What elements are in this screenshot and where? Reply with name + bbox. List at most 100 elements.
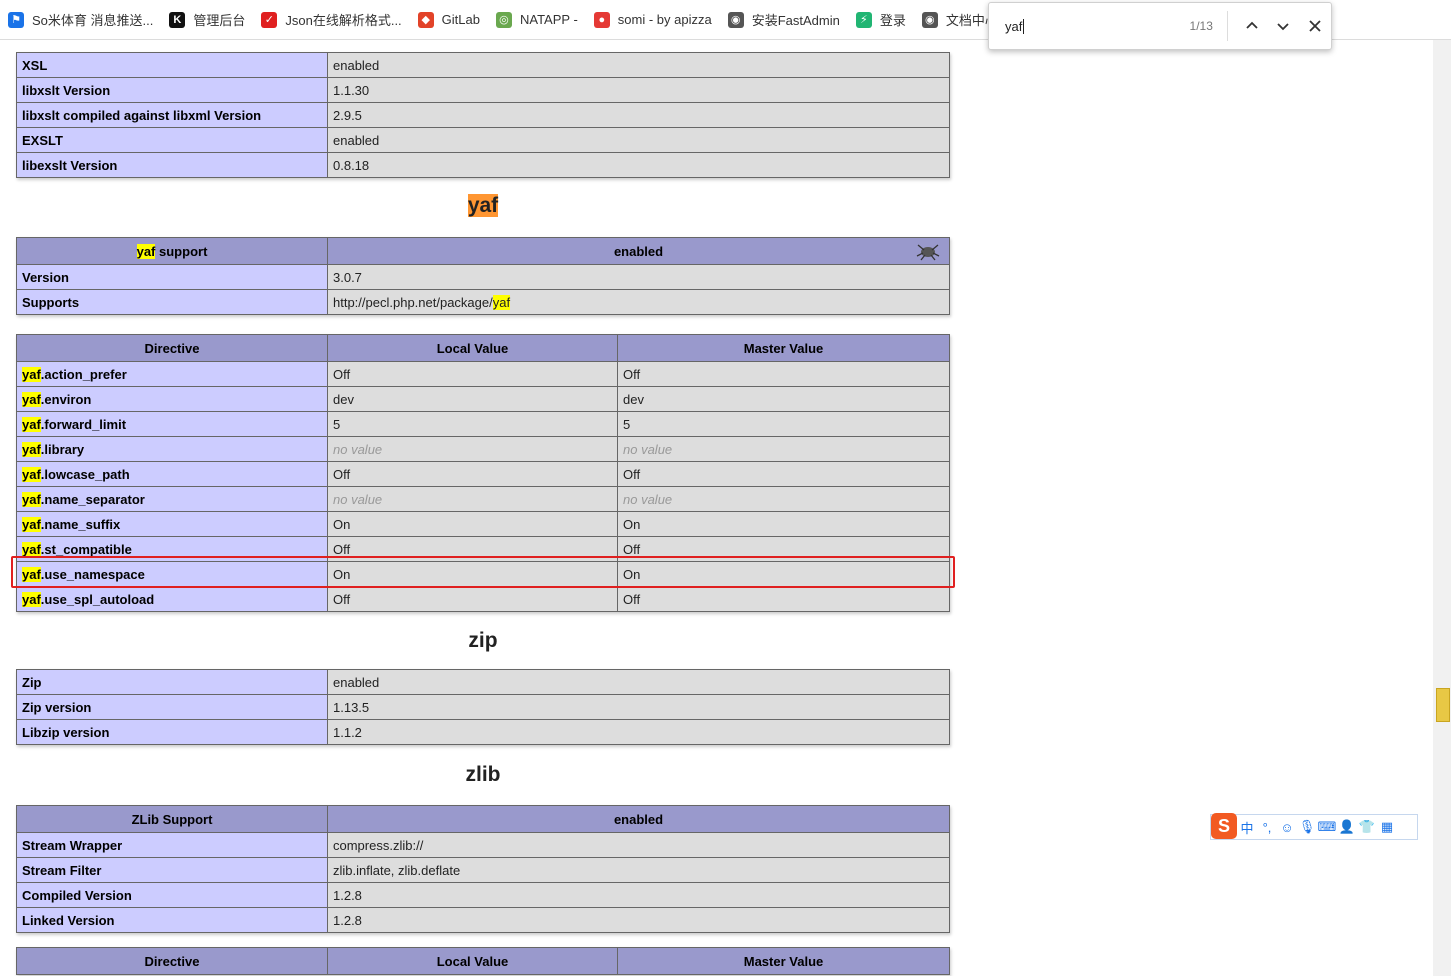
microphone-icon[interactable]: 🎙 xyxy=(1297,819,1317,835)
row-label: XSL xyxy=(16,52,328,78)
find-bar: yaf 1/13 xyxy=(988,2,1332,50)
directive-name: yaf.name_suffix xyxy=(16,511,328,537)
bookmark-label: NATAPP - xyxy=(519,12,578,27)
local-value: On xyxy=(327,511,618,537)
table-row: Supports http://pecl.php.net/package/yaf xyxy=(16,289,950,315)
table-row: Compiled Version 1.2.8 xyxy=(16,882,950,908)
row-label: Compiled Version xyxy=(16,882,328,908)
row-value: 1.13.5 xyxy=(327,694,950,720)
vertical-scrollbar[interactable] xyxy=(1433,40,1451,976)
table-row: Stream Filter zlib.inflate, zlib.deflate xyxy=(16,857,950,883)
chevron-down-icon xyxy=(1277,23,1290,31)
version-value: 3.0.7 xyxy=(327,264,950,290)
zip-table: Zip enabled Zip version 1.13.5 Libzip versio… xyxy=(16,669,950,745)
directive-name: yaf.name_separator xyxy=(16,486,328,512)
bookmark-item[interactable]: K 管理后台 xyxy=(161,0,253,39)
zlib-table: ZLib Support enabled Stream Wrapper compres… xyxy=(16,805,950,933)
table-row: Zip enabled xyxy=(16,669,950,695)
table-row: yaf.name_suffix On On xyxy=(16,511,950,537)
scrollbar-thumb[interactable] xyxy=(1436,688,1450,722)
row-label: Stream Filter xyxy=(16,857,328,883)
table-row: yaf.environ dev dev xyxy=(16,386,950,412)
column-header: Master Value xyxy=(617,334,950,362)
table-row: yaf.name_separator no value no value xyxy=(16,486,950,512)
master-value: On xyxy=(617,561,950,587)
bookmark-label: 安装FastAdmin xyxy=(751,13,840,28)
bookmark-item[interactable]: ◆ GitLab xyxy=(410,0,488,39)
find-next-button[interactable] xyxy=(1268,10,1300,42)
bookmark-item[interactable]: ✓ Json在线解析格式... xyxy=(253,0,409,39)
table-row: Stream Wrapper compress.zlib:// xyxy=(16,832,950,858)
table-row: Linked Version 1.2.8 xyxy=(16,907,950,933)
row-label: Stream Wrapper xyxy=(16,832,328,858)
table-row: XSL enabled xyxy=(16,52,950,78)
local-value: Off xyxy=(327,586,618,612)
table-row: Version 3.0.7 xyxy=(16,264,950,290)
table-row: yaf.st_compatible Off Off xyxy=(16,536,950,562)
column-header: Local Value xyxy=(327,947,618,975)
globe-icon: ◉ xyxy=(727,11,744,28)
bookmark-item[interactable]: ◎ NATAPP - xyxy=(488,0,586,39)
bookmark-label: 登录 xyxy=(879,13,906,28)
emoji-icon[interactable]: ☺ xyxy=(1277,820,1297,835)
sogou-logo-icon[interactable]: S xyxy=(1211,813,1237,839)
row-label: libxslt compiled against libxml Version xyxy=(16,102,328,128)
supports-value: http://pecl.php.net/package/yaf xyxy=(327,289,950,315)
column-header: ZLib Support xyxy=(16,805,328,833)
find-close-button[interactable] xyxy=(1299,10,1331,42)
local-value: Off xyxy=(327,461,618,487)
row-label: EXSLT xyxy=(16,127,328,153)
natapp-icon: ◎ xyxy=(495,11,512,28)
row-value: 1.2.8 xyxy=(327,882,950,908)
table-row: yaf support enabled xyxy=(16,237,950,265)
master-value: Off xyxy=(617,586,950,612)
table-header-row: Directive Local Value Master Value xyxy=(16,334,950,362)
bookmark-label: So米体育 消息推送... xyxy=(32,13,154,28)
find-previous-button[interactable] xyxy=(1236,10,1268,42)
table-row: Zip version 1.13.5 xyxy=(16,694,950,720)
yaf-support-value: enabled xyxy=(327,237,950,265)
bookmark-item[interactable]: ⚡ 登录 xyxy=(848,0,914,39)
row-label: Zip xyxy=(16,669,328,695)
local-value: On xyxy=(327,561,618,587)
table-row: yaf.action_prefer Off Off xyxy=(16,361,950,387)
table-row: libxslt Version 1.1.30 xyxy=(16,77,950,103)
user-icon[interactable]: 👤 xyxy=(1337,819,1357,835)
row-value: enabled xyxy=(327,52,950,78)
bookmark-item[interactable]: ◉ 安装FastAdmin xyxy=(720,0,848,39)
keyboard-icon[interactable]: ⌨ xyxy=(1317,819,1337,835)
row-value: compress.zlib:// xyxy=(327,832,950,858)
row-label: Libzip version xyxy=(16,719,328,745)
table-row: yaf.forward_limit 5 5 xyxy=(16,411,950,437)
grid-menu-icon[interactable]: ▦ xyxy=(1377,819,1397,835)
table-row: yaf.lowcase_path Off Off xyxy=(16,461,950,487)
bookmark-item[interactable]: ● somi - by apizza xyxy=(586,0,720,39)
skin-shirt-icon[interactable]: 👕 xyxy=(1357,819,1377,835)
master-value: Off xyxy=(617,461,950,487)
row-label: Linked Version xyxy=(16,907,328,933)
globe-icon: ◉ xyxy=(921,11,938,28)
chevron-up-icon xyxy=(1246,21,1258,29)
table-header-row: Directive Local Value Master Value xyxy=(16,947,950,975)
find-input[interactable]: yaf xyxy=(1005,18,1025,34)
directive-name: yaf.lowcase_path xyxy=(16,461,328,487)
local-value: no value xyxy=(327,486,618,512)
master-value: dev xyxy=(617,386,950,412)
bolt-icon: ⚡ xyxy=(855,11,872,28)
table-row: libexslt Version 0.8.18 xyxy=(16,152,950,178)
bookmark-label: GitLab xyxy=(441,12,480,27)
table-row: yaf.use_namespace On On xyxy=(16,561,950,587)
k-logo-icon: K xyxy=(169,11,186,28)
yaf-directives-table: Directive Local Value Master Value yaf.acti… xyxy=(16,334,950,612)
gitlab-fox-icon: ◆ xyxy=(417,11,434,28)
bookmark-label: 管理后台 xyxy=(193,13,246,28)
master-value: On xyxy=(617,511,950,537)
apizza-icon: ● xyxy=(593,11,610,28)
bookmark-item[interactable]: ⚑ So米体育 消息推送... xyxy=(0,0,161,39)
ime-punct-toggle[interactable]: °, xyxy=(1257,820,1277,835)
zip-section-heading: zip xyxy=(468,629,498,652)
close-icon xyxy=(1309,20,1321,32)
blue-flag-icon: ⚑ xyxy=(8,11,24,28)
ime-mode-toggle[interactable]: 中 xyxy=(1237,818,1257,837)
find-match-count: 1/13 xyxy=(1189,19,1213,33)
